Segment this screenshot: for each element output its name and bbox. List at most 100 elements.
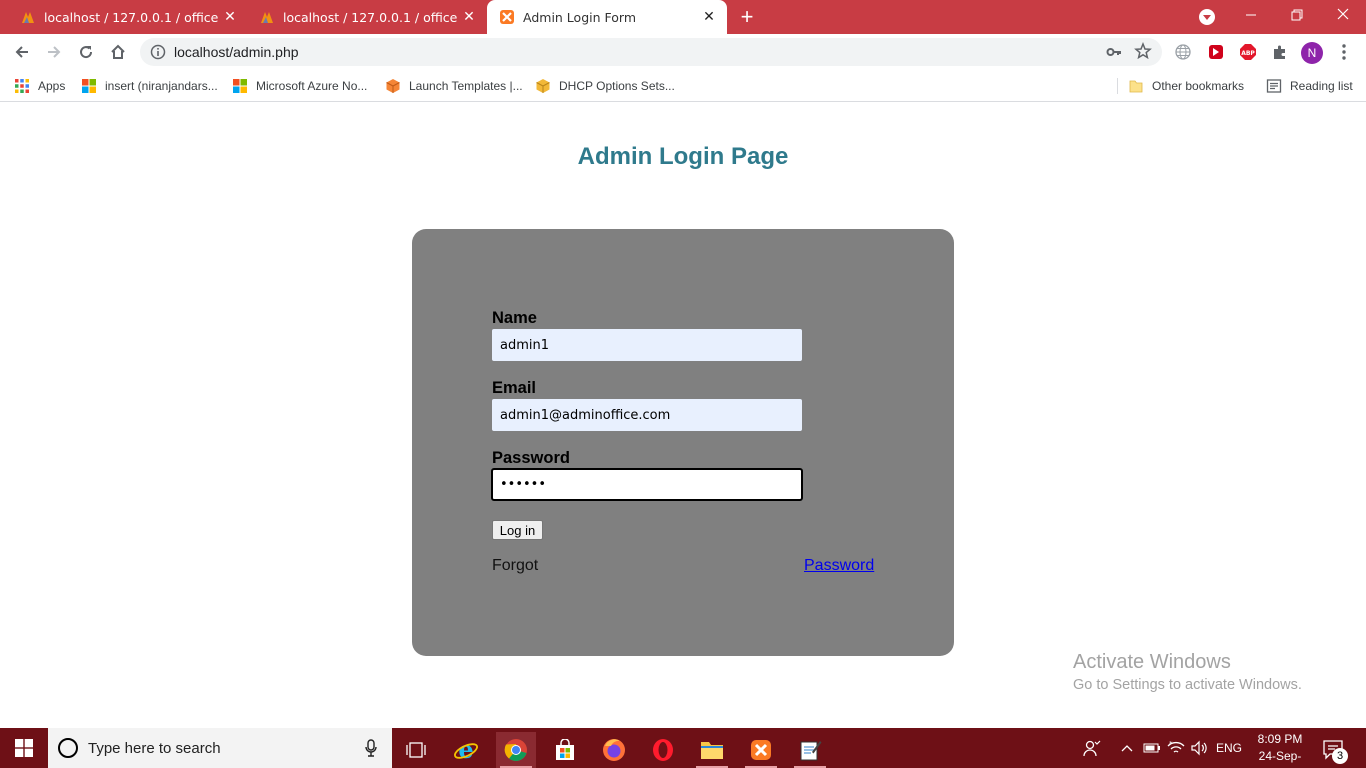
address-bar[interactable]: localhost/admin.php bbox=[140, 38, 1162, 66]
xampp-icon bbox=[751, 740, 771, 760]
notification-badge: 3 bbox=[1332, 748, 1348, 764]
globe-extension[interactable] bbox=[1174, 43, 1192, 61]
file-explorer-button[interactable] bbox=[692, 732, 732, 768]
globe-icon bbox=[1175, 44, 1191, 60]
other-bookmarks[interactable]: Other bookmarks bbox=[1128, 76, 1244, 96]
battery-icon bbox=[1143, 743, 1160, 753]
tab-phpmyadmin-1[interactable]: localhost / 127.0.0.1 / office / em ✕ bbox=[8, 0, 248, 34]
bookmark-label: Apps bbox=[38, 79, 66, 93]
bookmark-item[interactable]: insert (niranjandars... bbox=[81, 76, 218, 96]
show-hidden-icons-button[interactable] bbox=[1117, 728, 1137, 768]
folder-icon bbox=[701, 742, 723, 759]
bookmark-label: Reading list bbox=[1290, 79, 1353, 93]
bookmark-item[interactable]: Microsoft Azure No... bbox=[232, 76, 367, 96]
microsoft-store-button[interactable] bbox=[545, 732, 585, 768]
firefox-button[interactable] bbox=[594, 732, 634, 768]
battery-button[interactable] bbox=[1141, 728, 1163, 768]
aws-vpc-icon bbox=[536, 79, 550, 93]
name-field[interactable] bbox=[492, 329, 802, 361]
notepad-button[interactable] bbox=[790, 732, 830, 768]
tab-admin-login[interactable]: Admin Login Form ✕ bbox=[487, 0, 727, 34]
microsoft-logo-icon bbox=[233, 79, 247, 93]
forgot-text: Forgot bbox=[492, 557, 539, 574]
forgot-password-link[interactable]: Password bbox=[804, 557, 874, 575]
time-text: 8:09 PM bbox=[1257, 732, 1303, 746]
date-text: 24-Sep-21 bbox=[1258, 749, 1302, 768]
folder-icon bbox=[1129, 80, 1143, 93]
chevron-up-icon bbox=[1121, 745, 1133, 752]
password-label: Password bbox=[492, 449, 570, 467]
name-label: Name bbox=[492, 309, 537, 327]
forward-arrow-icon bbox=[48, 46, 61, 58]
aws-ec2-icon bbox=[386, 79, 400, 93]
email-field[interactable] bbox=[492, 399, 802, 431]
tab-phpmyadmin-2[interactable]: localhost / 127.0.0.1 / office / em ✕ bbox=[247, 0, 487, 34]
close-window-button[interactable] bbox=[1320, 0, 1366, 30]
opera-button[interactable] bbox=[643, 732, 683, 768]
bookmark-item[interactable]: DHCP Options Sets... bbox=[535, 76, 675, 96]
reload-button[interactable] bbox=[74, 40, 98, 64]
browser-toolbar: localhost/admin.php ABP N bbox=[0, 34, 1366, 70]
phpmyadmin-icon bbox=[261, 12, 273, 23]
back-button[interactable] bbox=[10, 40, 34, 64]
bookmark-item[interactable]: Launch Templates |... bbox=[385, 76, 523, 96]
xampp-icon bbox=[500, 10, 514, 24]
reading-list[interactable]: Reading list bbox=[1266, 76, 1353, 96]
watermark-title: Activate Windows bbox=[1073, 651, 1231, 673]
new-tab-button[interactable]: + bbox=[736, 6, 758, 28]
close-tab-icon[interactable]: ✕ bbox=[461, 9, 477, 25]
restore-icon bbox=[1291, 9, 1303, 21]
network-button[interactable]: * bbox=[1164, 728, 1188, 768]
video-downloader-extension[interactable] bbox=[1207, 43, 1225, 61]
login-button[interactable]: Log in bbox=[492, 520, 543, 540]
profile-avatar[interactable]: N bbox=[1301, 42, 1323, 64]
reload-icon bbox=[80, 46, 93, 59]
close-tab-icon[interactable]: ✕ bbox=[701, 9, 717, 25]
watermark-subtitle: Go to Settings to activate Windows. bbox=[1073, 677, 1302, 693]
minimize-button[interactable] bbox=[1228, 0, 1274, 30]
restore-button[interactable] bbox=[1274, 0, 1320, 30]
cortana-icon bbox=[58, 738, 78, 758]
tab-search-icon[interactable] bbox=[1199, 9, 1215, 25]
svg-text:e: e bbox=[458, 737, 473, 763]
people-button[interactable] bbox=[1080, 728, 1104, 768]
phpmyadmin-icon bbox=[22, 12, 34, 23]
home-button[interactable] bbox=[106, 40, 130, 64]
task-view-button[interactable] bbox=[396, 732, 436, 768]
internet-explorer-button[interactable]: e bbox=[446, 732, 486, 768]
chrome-button[interactable] bbox=[496, 732, 536, 768]
close-tab-icon[interactable]: ✕ bbox=[222, 9, 238, 25]
clock[interactable]: 8:09 PM 24-Sep-21 bbox=[1252, 731, 1308, 768]
star-bookmark-icon[interactable] bbox=[1134, 42, 1152, 60]
adblock-plus-extension[interactable]: ABP bbox=[1239, 43, 1257, 61]
info-icon[interactable] bbox=[150, 44, 166, 60]
page-title: Admin Login Page bbox=[577, 143, 789, 170]
speaker-icon bbox=[1191, 740, 1207, 756]
taskbar-search[interactable]: Type here to search bbox=[48, 728, 392, 768]
bookmark-apps[interactable]: Apps bbox=[14, 76, 65, 96]
store-bag-icon bbox=[556, 739, 574, 760]
tab-title: Admin Login Form bbox=[523, 9, 636, 25]
windows-taskbar: Type here to search e * ENG 8:09 PM 24-S… bbox=[0, 728, 1366, 768]
key-icon[interactable] bbox=[1106, 44, 1122, 60]
url-text[interactable]: localhost/admin.php bbox=[174, 44, 299, 60]
bookmark-label: insert (niranjandars... bbox=[105, 79, 218, 93]
email-label: Email bbox=[492, 379, 537, 397]
forward-button[interactable] bbox=[42, 40, 66, 64]
more-menu-icon[interactable] bbox=[1338, 42, 1350, 62]
chrome-icon bbox=[504, 739, 527, 761]
microphone-icon[interactable] bbox=[364, 739, 378, 757]
password-field[interactable] bbox=[491, 468, 803, 501]
extensions-button[interactable] bbox=[1271, 43, 1289, 61]
xampp-button[interactable] bbox=[741, 732, 781, 768]
activate-windows-watermark: Activate Windows Go to Settings to activ… bbox=[1073, 651, 1302, 693]
close-icon bbox=[1337, 8, 1349, 20]
start-button[interactable] bbox=[0, 728, 48, 768]
bookmark-label: Launch Templates |... bbox=[409, 79, 523, 93]
windows-logo-icon bbox=[15, 739, 33, 757]
bookmarks-bar: Apps insert (niranjandars... Microsoft A… bbox=[0, 70, 1366, 102]
volume-button[interactable] bbox=[1188, 728, 1210, 768]
microsoft-logo-icon bbox=[82, 79, 96, 93]
task-view-icon bbox=[406, 742, 426, 758]
language-indicator[interactable]: ENG bbox=[1212, 728, 1246, 768]
